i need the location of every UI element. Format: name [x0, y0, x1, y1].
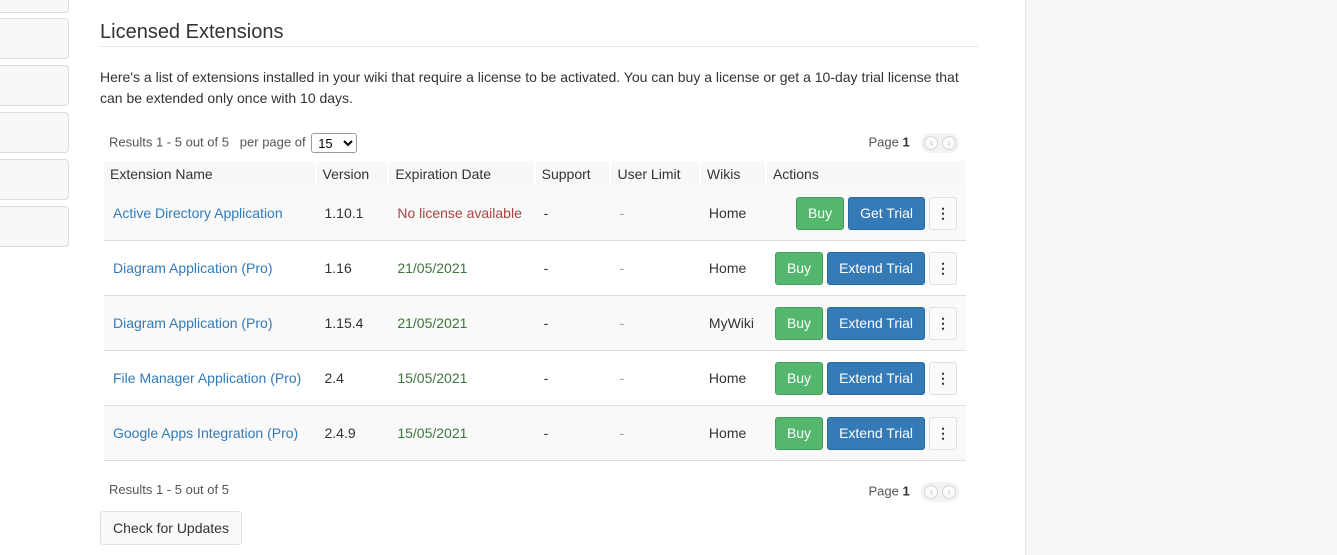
extensions-table: Extension Name Version Expiration Date S… [104, 161, 968, 461]
get-trial-button[interactable]: Get Trial [848, 196, 925, 230]
actions-cell: Buy Extend Trial ⋮ [765, 240, 966, 296]
pager-bottom: Results 1 - 5 out of 5 Page 1 ‹ › [104, 478, 967, 502]
table-header-row: Extension Name Version Expiration Date S… [104, 161, 968, 186]
vertical-ellipsis-icon[interactable]: ⋮ [929, 361, 957, 395]
vertical-ellipsis-icon[interactable]: ⋮ [929, 416, 957, 450]
vertical-ellipsis-icon[interactable]: ⋮ [929, 251, 957, 285]
intro-text: Here's a list of extensions installed in… [100, 69, 959, 106]
actions-cell: Buy Extend Trial ⋮ [765, 405, 966, 461]
sidebar-tab-1[interactable] [0, 0, 69, 13]
extension-name-link[interactable]: File Manager Application (Pro) [113, 370, 301, 386]
support-cell: - [534, 295, 611, 351]
user-limit-cell: - [610, 295, 700, 351]
expiration-cell: 21/05/2021 [388, 240, 535, 296]
expiration-cell: 21/05/2021 [388, 295, 535, 351]
wikis-cell: MyWiki [699, 295, 766, 351]
table-row: Active Directory Application 1.10.1 No l… [104, 186, 966, 241]
actions-cell: Buy Extend Trial ⋮ [765, 350, 966, 406]
per-page-label: per page of [239, 134, 306, 150]
results-count: Results 1 - 5 out of 5 [109, 482, 229, 497]
sidebar-tab-5[interactable] [0, 159, 69, 200]
extension-name-link[interactable]: Diagram Application (Pro) [113, 260, 273, 276]
page-title: Licensed Extensions [100, 19, 978, 47]
support-cell: - [534, 240, 611, 296]
user-limit-cell: - [610, 240, 700, 296]
right-side-panel [1025, 0, 1337, 555]
support-cell: - [534, 186, 611, 241]
page-nav: ‹ › [921, 482, 959, 502]
version-cell: 1.10.1 [315, 186, 389, 241]
results-count: Results 1 - 5 out of 5 [109, 134, 229, 150]
expiration-cell: 15/05/2021 [388, 405, 535, 461]
support-cell: - [534, 405, 611, 461]
page-number: 1 [902, 483, 910, 499]
table-row: File Manager Application (Pro) 2.4 15/05… [104, 350, 966, 406]
pager-top: Results 1 - 5 out of 5 per page of 15 Pa… [104, 129, 967, 153]
user-limit-cell: - [610, 405, 700, 461]
version-cell: 2.4.9 [315, 405, 389, 461]
actions-cell: Buy Extend Trial ⋮ [765, 295, 966, 351]
table-row: Diagram Application (Pro) 1.15.4 21/05/2… [104, 295, 966, 351]
page-label: Page [868, 134, 899, 150]
col-version[interactable]: Version [315, 161, 390, 186]
chevron-left-icon[interactable]: ‹ [924, 485, 939, 499]
support-cell: - [534, 350, 611, 406]
sidebar-tab-3[interactable] [0, 65, 69, 106]
table-row: Diagram Application (Pro) 1.16 21/05/202… [104, 240, 966, 296]
per-page-select[interactable]: 15 [311, 133, 358, 153]
buy-button[interactable]: Buy [774, 416, 824, 450]
version-cell: 1.15.4 [315, 295, 389, 351]
extension-name-link[interactable]: Google Apps Integration (Pro) [113, 425, 298, 441]
wikis-cell: Home [699, 186, 766, 241]
sidebar-tab-4[interactable] [0, 112, 69, 153]
sidebar-tab-2[interactable] [0, 18, 69, 59]
buy-button[interactable]: Buy [774, 251, 824, 285]
col-user-limit[interactable]: User Limit [610, 161, 701, 186]
user-limit-cell: - [610, 350, 700, 406]
version-cell: 2.4 [315, 350, 389, 406]
table-row: Google Apps Integration (Pro) 2.4.9 15/0… [104, 405, 966, 461]
extension-name-link[interactable]: Diagram Application (Pro) [113, 315, 273, 331]
vertical-ellipsis-icon[interactable]: ⋮ [929, 196, 957, 230]
buy-button[interactable]: Buy [774, 361, 824, 395]
check-for-updates-button[interactable]: Check for Updates [100, 511, 242, 545]
col-actions: Actions [765, 161, 968, 186]
actions-cell: Buy Get Trial ⋮ [765, 186, 966, 241]
buy-button[interactable]: Buy [774, 306, 824, 340]
chevron-right-icon[interactable]: › [942, 485, 956, 499]
user-limit-cell: - [610, 186, 700, 241]
col-expiration-date[interactable]: Expiration Date [388, 161, 536, 186]
page-nav: ‹ › [921, 133, 959, 153]
wikis-cell: Home [699, 350, 766, 406]
extension-name-link[interactable]: Active Directory Application [113, 205, 283, 221]
extend-trial-button[interactable]: Extend Trial [827, 306, 925, 340]
col-support[interactable]: Support [534, 161, 612, 186]
chevron-left-icon[interactable]: ‹ [924, 136, 939, 150]
vertical-ellipsis-icon[interactable]: ⋮ [929, 306, 957, 340]
page-number: 1 [902, 134, 910, 150]
wikis-cell: Home [699, 240, 766, 296]
extend-trial-button[interactable]: Extend Trial [827, 416, 925, 450]
version-cell: 1.16 [315, 240, 389, 296]
buy-button[interactable]: Buy [795, 196, 845, 230]
col-extension-name[interactable]: Extension Name [104, 161, 317, 186]
wikis-cell: Home [699, 405, 766, 461]
chevron-right-icon[interactable]: › [942, 136, 956, 150]
extend-trial-button[interactable]: Extend Trial [827, 361, 925, 395]
expiration-cell: 15/05/2021 [388, 350, 535, 406]
expiration-cell: No license available [388, 186, 535, 241]
sidebar-tab-6[interactable] [0, 206, 69, 247]
page-label: Page [868, 483, 899, 499]
col-wikis[interactable]: Wikis [699, 161, 767, 186]
extend-trial-button[interactable]: Extend Trial [827, 251, 925, 285]
